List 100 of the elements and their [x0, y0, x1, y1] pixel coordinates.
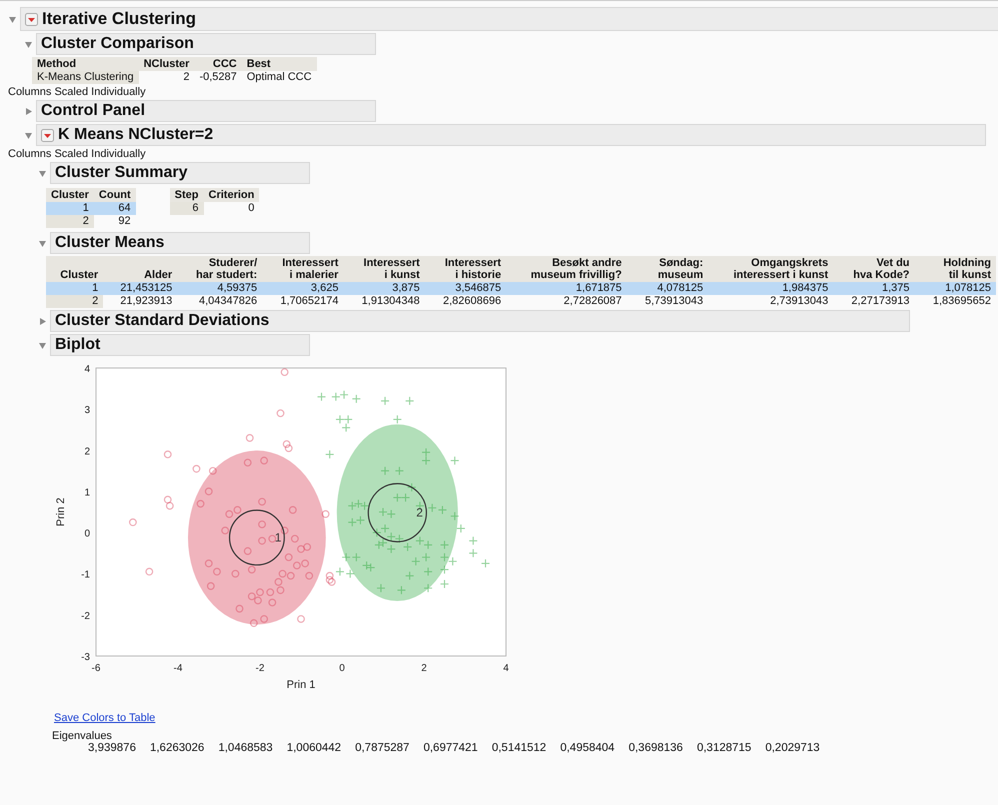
table-cell: 2	[138, 71, 194, 84]
circle-marker	[280, 526, 288, 534]
circle-marker	[248, 592, 256, 600]
plus-marker	[342, 552, 351, 562]
eigenvalue: 1,0060442	[286, 742, 342, 754]
expand-triangle-icon[interactable]	[24, 106, 33, 116]
eigenvalue: 1,6263026	[150, 742, 204, 754]
circle-marker	[236, 604, 244, 613]
circle-marker	[284, 444, 293, 452]
column-header: Omgangskrets interessert i kunst	[708, 256, 834, 282]
plus-marker	[392, 414, 402, 424]
outline-header[interactable]: Control Panel	[36, 100, 376, 122]
plus-marker	[356, 516, 365, 525]
circle-marker	[246, 434, 254, 442]
circle-marker	[260, 615, 268, 623]
eigenvalue: 0,4958404	[560, 742, 615, 754]
column-header: Method	[32, 57, 139, 71]
plus-marker	[335, 414, 344, 424]
eigenvalues-label: Eigenvalues	[52, 730, 113, 742]
column-header: Step	[170, 188, 204, 202]
plus-marker	[424, 584, 433, 593]
plus-marker	[366, 563, 376, 572]
tick-label: -3	[81, 652, 90, 663]
plus-marker	[325, 450, 334, 459]
collapse-triangle-icon[interactable]	[8, 14, 17, 24]
circle-marker	[326, 576, 334, 584]
circle-marker	[258, 536, 266, 545]
outline-header[interactable]: Cluster Standard Deviations	[50, 310, 910, 332]
outline-header[interactable]: Iterative Clustering	[20, 7, 998, 31]
collapse-triangle-icon[interactable]	[38, 168, 47, 178]
menu-icon[interactable]	[25, 12, 38, 26]
tick-label: 0	[84, 528, 90, 540]
expand-triangle-icon[interactable]	[38, 316, 47, 326]
column-header: CCC	[194, 57, 242, 71]
tick-label: 1	[84, 487, 90, 498]
table-row[interactable]: 1 21,453125 4,59375 3,625 3,875 3,546875 1,671875 4,078125 1,984375 1,375 1,078125	[46, 282, 996, 295]
plus-marker	[480, 558, 490, 568]
cluster-circle	[368, 483, 427, 542]
plus-marker	[422, 448, 431, 457]
circle-marker	[268, 534, 276, 543]
eigenvalue: 0,6977421	[423, 742, 478, 754]
plus-marker	[386, 544, 396, 554]
outline-header[interactable]: K Means NCluster=2	[36, 124, 986, 146]
plus-marker	[422, 456, 431, 466]
plus-marker	[450, 512, 460, 521]
circle-marker	[248, 566, 256, 574]
menu-icon[interactable]	[41, 128, 54, 142]
plus-marker	[335, 567, 344, 576]
plus-marker	[340, 390, 349, 400]
eigenvalue: 0,3698136	[628, 742, 683, 754]
column-header: Besøkt andre museum frivillig?	[506, 256, 627, 282]
plus-marker	[392, 493, 402, 502]
axis-title: Prin 1	[286, 679, 316, 691]
column-header: Vet du hva Kode?	[833, 256, 915, 282]
plus-marker	[415, 536, 424, 546]
circle-marker	[196, 500, 204, 508]
plus-marker	[348, 501, 357, 510]
note-text: Columns Scaled Individually	[8, 148, 147, 160]
plus-marker	[380, 396, 390, 406]
circle-marker	[204, 488, 213, 496]
outline-header[interactable]: Cluster Comparison	[36, 33, 376, 55]
circle-marker	[166, 502, 174, 510]
plus-marker	[352, 394, 361, 404]
tick-label: -4	[174, 663, 182, 674]
circle-marker	[206, 582, 215, 590]
collapse-triangle-icon[interactable]	[38, 238, 47, 248]
plus-marker	[405, 571, 414, 580]
circle-marker	[244, 547, 252, 555]
plus-marker	[386, 510, 396, 519]
plus-marker	[360, 501, 370, 510]
table-row[interactable]: 2 21,923913 4,04347826 1,70652174 1,91304348 2,82608696 2,72826087 5,73913043 2,73913043 2,27173913 1,83695652	[46, 295, 996, 308]
circle-marker	[164, 496, 172, 504]
eigenvalue: 0,3128715	[696, 742, 752, 754]
save-colors-link[interactable]: Save Colors to Table	[54, 712, 156, 724]
circle-marker	[276, 409, 284, 418]
column-header: Studerer/ har studert:	[177, 256, 262, 282]
collapse-triangle-icon[interactable]	[24, 40, 33, 48]
eigenvalue: 3,939876	[88, 742, 136, 754]
outline-header[interactable]: Biplot	[50, 334, 310, 356]
tick-label: -1	[81, 570, 90, 581]
plus-marker	[468, 536, 478, 546]
circle-marker	[286, 572, 295, 580]
circle-marker	[288, 506, 297, 514]
plus-marker	[348, 518, 357, 527]
outline-header[interactable]: Cluster Means	[50, 232, 310, 254]
circle-marker	[232, 570, 240, 578]
circle-marker	[164, 450, 172, 458]
note-text: Columns Scaled Individually	[8, 86, 147, 98]
plus-marker	[448, 556, 458, 566]
column-header: Interessert i historie	[424, 256, 506, 282]
collapse-triangle-icon[interactable]	[38, 340, 47, 350]
axis-title: Prin 2	[55, 498, 67, 526]
circle-marker	[145, 568, 154, 576]
column-header: NCluster	[138, 57, 194, 71]
outline-header[interactable]: Cluster Summary	[50, 162, 310, 184]
collapse-triangle-icon[interactable]	[24, 130, 33, 140]
plus-marker	[372, 528, 382, 538]
table-cell: Optimal CCC	[242, 71, 317, 84]
plus-marker	[354, 499, 363, 508]
circle-marker	[192, 464, 200, 473]
